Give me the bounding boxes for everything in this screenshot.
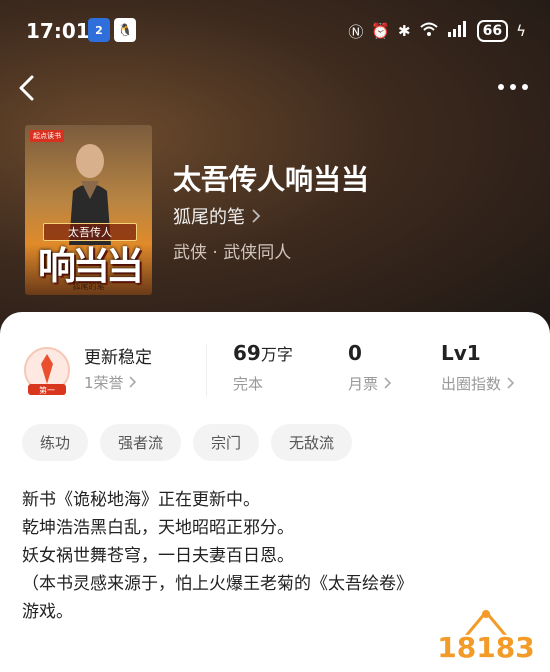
word-count-value: 69	[233, 341, 261, 365]
genre-label: 武侠 · 武侠同人	[173, 243, 292, 263]
book-cover[interactable]: 起点读书 太吾传人 响当当 狐尾的笔	[25, 125, 152, 295]
popularity-index-value: Lv1	[441, 341, 481, 365]
book-info-card: 第一 更新稳定 1荣誉 69万字 完本 0 月票 Lv1 出圈指数 练功 强者流…	[0, 312, 550, 672]
status-bar: 17:01 2 🐧 Ⓝ ⏰ ✱ 66 ϟ	[0, 0, 550, 62]
watermark-text: 18183	[437, 631, 535, 664]
tag-chip[interactable]: 练功	[22, 424, 89, 461]
description-line: 新书《诡秘地海》正在更新中。	[22, 490, 260, 510]
tag-list: 练功 强者流 宗门 无敌流	[22, 424, 353, 461]
monthly-tickets-value: 0	[348, 341, 362, 365]
popularity-index-link[interactable]: 出圈指数	[441, 373, 516, 394]
word-count: 69万字	[233, 341, 293, 365]
popularity-index-label: 出圈指数	[441, 375, 502, 393]
monthly-tickets-link[interactable]: 月票	[348, 373, 393, 394]
chevron-left-icon	[19, 75, 34, 101]
alarm-icon: ⏰	[371, 22, 391, 40]
tag-chip[interactable]: 无敌流	[271, 424, 353, 461]
author-link[interactable]: 狐尾的笔	[173, 203, 261, 229]
description-line: 妖女祸世舞苍穹，一日夫妻百日恩。	[22, 546, 294, 566]
nfc-icon: Ⓝ	[348, 22, 364, 41]
tag-chip[interactable]: 宗门	[193, 424, 260, 461]
tag-chip[interactable]: 强者流	[100, 424, 182, 461]
signal-icon	[447, 21, 469, 41]
wifi-icon	[419, 21, 439, 41]
chevron-right-icon	[129, 376, 137, 388]
honor-count: 1荣誉	[84, 374, 124, 392]
qq-icon: 🐧	[114, 18, 136, 42]
charging-icon: ϟ	[516, 22, 526, 40]
honor-link[interactable]: 1荣誉	[84, 372, 138, 393]
description-line: （本书灵感来源于，怕上火爆王老菊的《太吾绘卷》	[22, 574, 413, 594]
chevron-right-icon	[384, 377, 391, 389]
honor-badge-icon: 第一	[24, 347, 70, 395]
cover-badge: 起点读书	[30, 130, 64, 142]
monthly-tickets-label: 月票	[348, 375, 379, 393]
book-title: 太吾传人响当当	[173, 163, 370, 196]
book-description[interactable]: 新书《诡秘地海》正在更新中。 乾坤浩浩黑白乱，天地昭昭正邪分。 妖女祸世舞苍穹，…	[22, 486, 532, 626]
chevron-right-icon	[252, 209, 261, 223]
honor-badge-text: 第一	[39, 385, 55, 395]
baidu-icon: 2	[88, 18, 110, 42]
stats-divider	[206, 344, 207, 396]
update-status: 更新稳定	[84, 348, 152, 368]
cover-author: 狐尾的笔	[72, 282, 105, 291]
site-watermark: 18183	[436, 608, 536, 664]
more-button[interactable]	[498, 80, 532, 94]
back-button[interactable]	[14, 74, 42, 102]
completion-status: 完本	[233, 375, 264, 393]
description-line: 乾坤浩浩黑白乱，天地昭昭正邪分。	[22, 518, 294, 538]
bluetooth-icon: ✱	[398, 22, 411, 40]
status-icons: Ⓝ ⏰ ✱ 66 ϟ	[348, 18, 526, 44]
more-dots-icon	[498, 84, 504, 90]
chevron-right-icon	[507, 377, 514, 389]
status-time: 17:01	[26, 19, 90, 43]
author-name: 狐尾的笔	[173, 207, 245, 228]
word-count-unit: 万字	[260, 345, 293, 364]
battery-icon: 66	[476, 20, 509, 42]
